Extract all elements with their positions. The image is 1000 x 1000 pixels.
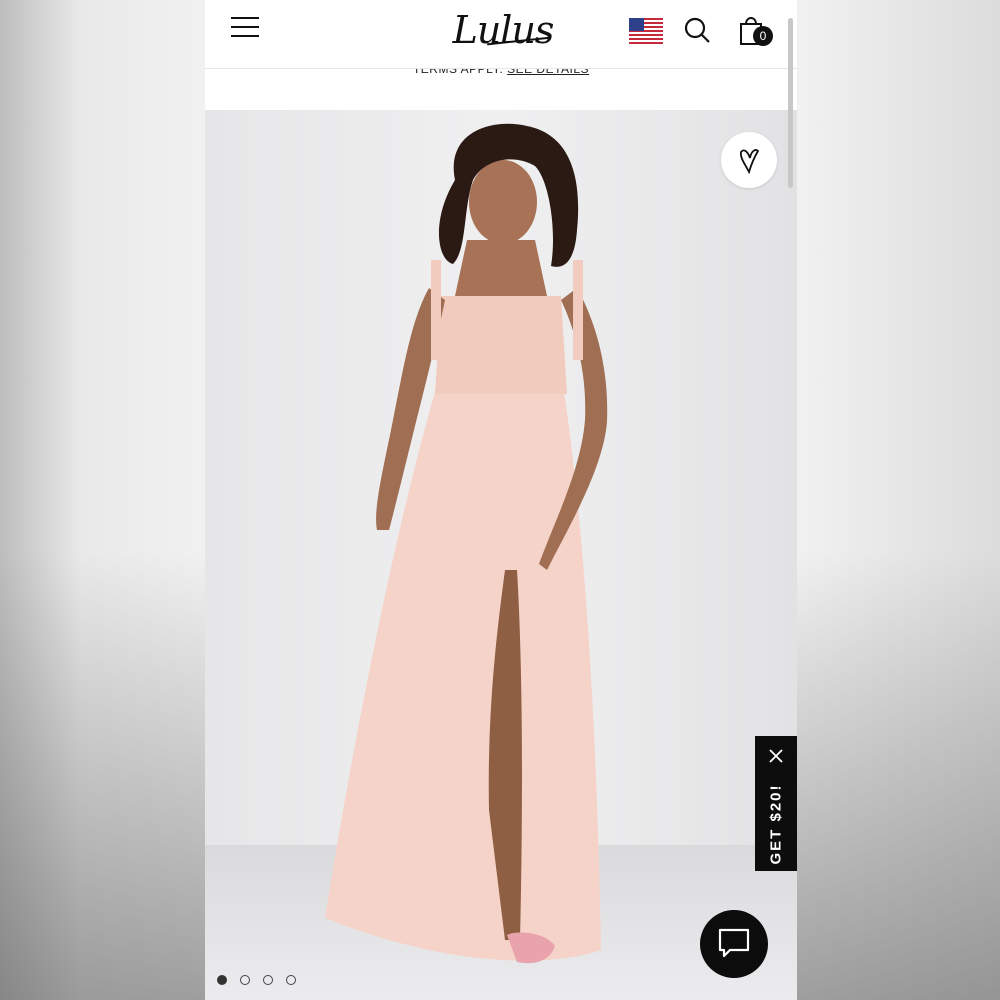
- cart-count-badge: 0: [753, 26, 773, 46]
- site-header: Lulus 0: [205, 0, 797, 69]
- chat-icon: [718, 928, 750, 958]
- background-right: [797, 0, 1000, 1000]
- get-20-label: GET $20!: [767, 783, 785, 865]
- close-icon[interactable]: [768, 748, 784, 764]
- carousel-dots: [217, 972, 309, 986]
- scrollbar[interactable]: [788, 18, 793, 188]
- brand-logo[interactable]: Lulus: [443, 2, 563, 58]
- model-in-dress: [325, 123, 608, 964]
- us-flag-icon[interactable]: [629, 18, 663, 44]
- carousel-dot-4[interactable]: [286, 975, 296, 985]
- carousel-dot-2[interactable]: [240, 975, 250, 985]
- chat-button[interactable]: [700, 910, 768, 978]
- wishlist-button[interactable]: [721, 132, 777, 188]
- product-image[interactable]: [205, 110, 797, 1000]
- search-icon[interactable]: [683, 16, 711, 44]
- heart-icon: [739, 149, 760, 175]
- get-20-popup[interactable]: GET $20!: [755, 736, 797, 871]
- carousel-dot-3[interactable]: [263, 975, 273, 985]
- background-left: [0, 0, 205, 1000]
- menu-icon[interactable]: [231, 17, 259, 39]
- carousel-dot-1[interactable]: [217, 975, 227, 985]
- mobile-page: TERMS APPLY. SEE DETAILS Lulus 0 GET $20…: [205, 0, 797, 1000]
